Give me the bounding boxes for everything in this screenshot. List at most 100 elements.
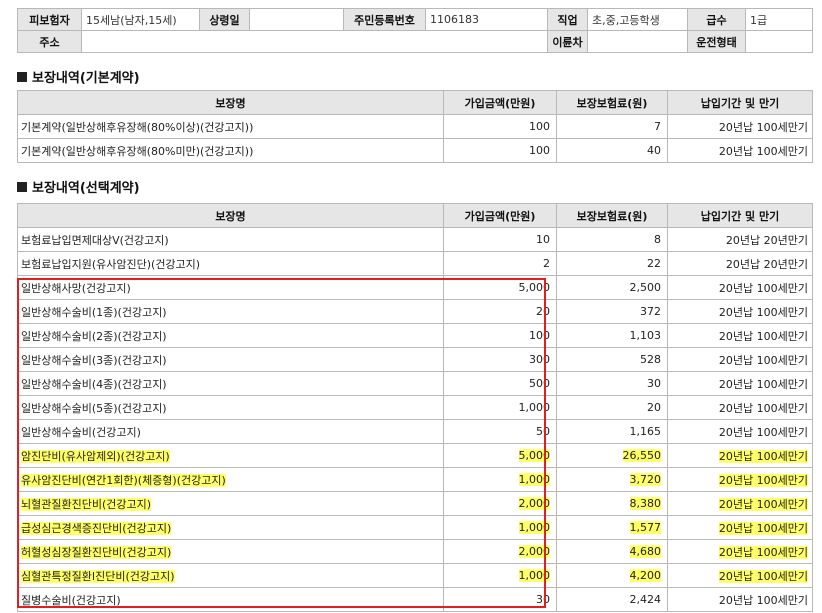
coverage-term: 20년납 100세만기 [667,299,813,324]
col-header-premium: 보장보험료(원) [556,203,668,228]
table-row: 뇌혈관질환진단비(건강고지) 2,000 8,380 20년납 100세만기 [17,491,813,516]
table-row: 유사암진단비(연간1회한)(체증형)(건강고지) 1,000 3,720 20년납 1… [17,467,813,492]
drive-value [745,30,813,53]
coverage-name: 급성심근경색증진단비(건강고지) [17,515,444,540]
highlighted-text: 심혈관특정질환Ⅰ진단비(건강고지) [21,569,175,583]
table-row: 일반상해수술비(4종)(건강고지) 500 30 20년납 100세만기 [17,371,813,396]
coverage-amount: 50 [443,419,557,444]
table-row: 일반상해수술비(3종)(건강고지) 300 528 20년납 100세만기 [17,347,813,372]
coverage-premium: 7 [556,114,668,139]
col-header-term: 납입기간 및 만기 [667,90,813,115]
optional-section-title: 보장내역(선택계약) [17,177,140,196]
coverage-premium: 2,424 [556,587,668,612]
highlighted-text: 허혈성심장질환진단비(건강고지) [21,545,172,559]
coverage-premium: 20 [556,395,668,420]
coverage-term: 20년납 100세만기 [667,587,813,612]
coverage-amount: 5,000 [443,275,557,300]
square-bullet-icon [17,182,27,192]
coverage-premium: 8 [556,227,668,252]
coverage-name: 뇌혈관질환진단비(건강고지) [17,491,444,516]
highlighted-text: 20년납 100세만기 [718,473,808,487]
highlighted-text: 2,000 [518,497,550,510]
table-row: 암진단비(유사암제외)(건강고지) 5,000 26,550 20년납 100세만기 [17,443,813,468]
highlighted-text: 암진단비(유사암제외)(건강고지) [21,449,170,463]
highlighted-text: 8,380 [629,497,661,510]
basic-coverage-table: 보장명 가입금액(만원) 보장보험료(원) 납입기간 및 만기 기본계약(일반상… [17,90,813,163]
coverage-amount: 30 [443,587,557,612]
coverage-amount: 2 [443,251,557,276]
coverage-premium: 4,680 [556,539,668,564]
insured-value: 15세남(남자,15세) [81,8,200,31]
square-bullet-icon [17,72,27,82]
date-value [249,8,344,31]
coverage-premium: 40 [556,138,668,163]
highlighted-text: 1,000 [518,569,550,582]
coverage-term: 20년납 100세만기 [667,347,813,372]
coverage-name: 일반상해수술비(4종)(건강고지) [17,371,444,396]
table-row: 일반상해수술비(5종)(건강고지) 1,000 20 20년납 100세만기 [17,395,813,420]
coverage-term: 20년납 100세만기 [667,443,813,468]
coverage-premium: 372 [556,299,668,324]
coverage-term: 20년납 100세만기 [667,467,813,492]
coverage-name: 보험료납입면제대상Ⅴ(건강고지) [17,227,444,252]
coverage-amount: 2,000 [443,539,557,564]
coverage-term: 20년납 100세만기 [667,515,813,540]
coverage-premium: 1,165 [556,419,668,444]
coverage-name: 기본계약(일반상해후유장해(80%미만)(건강고지)) [17,138,444,163]
coverage-name: 일반상해수술비(3종)(건강고지) [17,347,444,372]
coverage-name: 질병수술비(건강고지) [17,587,444,612]
two-wheel-value [587,30,688,53]
col-header-premium: 보장보험료(원) [556,90,668,115]
coverage-premium: 26,550 [556,443,668,468]
coverage-name: 허혈성심장질환진단비(건강고지) [17,539,444,564]
address-label: 주소 [17,30,82,53]
highlighted-text: 급성심근경색증진단비(건강고지) [21,521,172,535]
coverage-term: 20년납 100세만기 [667,395,813,420]
coverage-premium: 2,500 [556,275,668,300]
coverage-amount: 1,000 [443,467,557,492]
coverage-amount: 500 [443,371,557,396]
col-header-name: 보장명 [17,90,444,115]
coverage-premium: 1,103 [556,323,668,348]
coverage-term: 20년납 100세만기 [667,371,813,396]
table-row: 기본계약(일반상해후유장해(80%미만)(건강고지)) 100 40 20년납 100… [17,138,813,163]
highlighted-text: 유사암진단비(연간1회한)(체증형)(건강고지) [21,473,226,487]
coverage-term: 20년납 100세만기 [667,491,813,516]
table-row: 기본계약(일반상해후유장해(80%이상)(건강고지)) 100 7 20년납 100세… [17,114,813,139]
drive-label: 운전형태 [687,30,746,53]
table-row: 일반상해사망(건강고지) 5,000 2,500 20년납 100세만기 [17,275,813,300]
highlighted-text: 2,000 [518,545,550,558]
highlighted-text: 20년납 100세만기 [718,569,808,583]
address-value [81,30,548,53]
job-label: 직업 [547,8,588,31]
coverage-premium: 1,577 [556,515,668,540]
coverage-name: 기본계약(일반상해후유장해(80%이상)(건강고지)) [17,114,444,139]
coverage-term: 20년납 100세만기 [667,275,813,300]
highlighted-text: 1,000 [518,473,550,486]
table-row: 보험료납입면제대상Ⅴ(건강고지) 10 8 20년납 20년만기 [17,227,813,252]
highlighted-text: 1,577 [629,521,661,534]
coverage-amount: 2,000 [443,491,557,516]
highlighted-text: 20년납 100세만기 [718,449,808,463]
table-row: 일반상해수술비(건강고지) 50 1,165 20년납 100세만기 [17,419,813,444]
table-row: 질병수술비(건강고지) 30 2,424 20년납 100세만기 [17,587,813,612]
optional-coverage-table: 보장명 가입금액(만원) 보장보험료(원) 납입기간 및 만기 보험료납입면제대… [17,203,813,612]
highlighted-text: 20년납 100세만기 [718,545,808,559]
optional-title-text: 보장내역(선택계약) [32,181,140,196]
coverage-amount: 100 [443,323,557,348]
insured-label: 피보험자 [17,8,82,31]
coverage-term: 20년납 100세만기 [667,419,813,444]
coverage-amount: 100 [443,114,557,139]
coverage-premium: 8,380 [556,491,668,516]
coverage-name: 유사암진단비(연간1회한)(체증형)(건강고지) [17,467,444,492]
highlighted-text: 5,000 [518,449,550,462]
coverage-amount: 1,000 [443,515,557,540]
id-label: 주민등록번호 [343,8,426,31]
highlighted-text: 1,000 [518,521,550,534]
col-header-term: 납입기간 및 만기 [667,203,813,228]
two-wheel-label: 이륜차 [547,30,588,53]
coverage-term: 20년납 100세만기 [667,563,813,588]
coverage-name: 일반상해수술비(1종)(건강고지) [17,299,444,324]
coverage-name: 일반상해수술비(건강고지) [17,419,444,444]
date-label: 상령일 [199,8,250,31]
